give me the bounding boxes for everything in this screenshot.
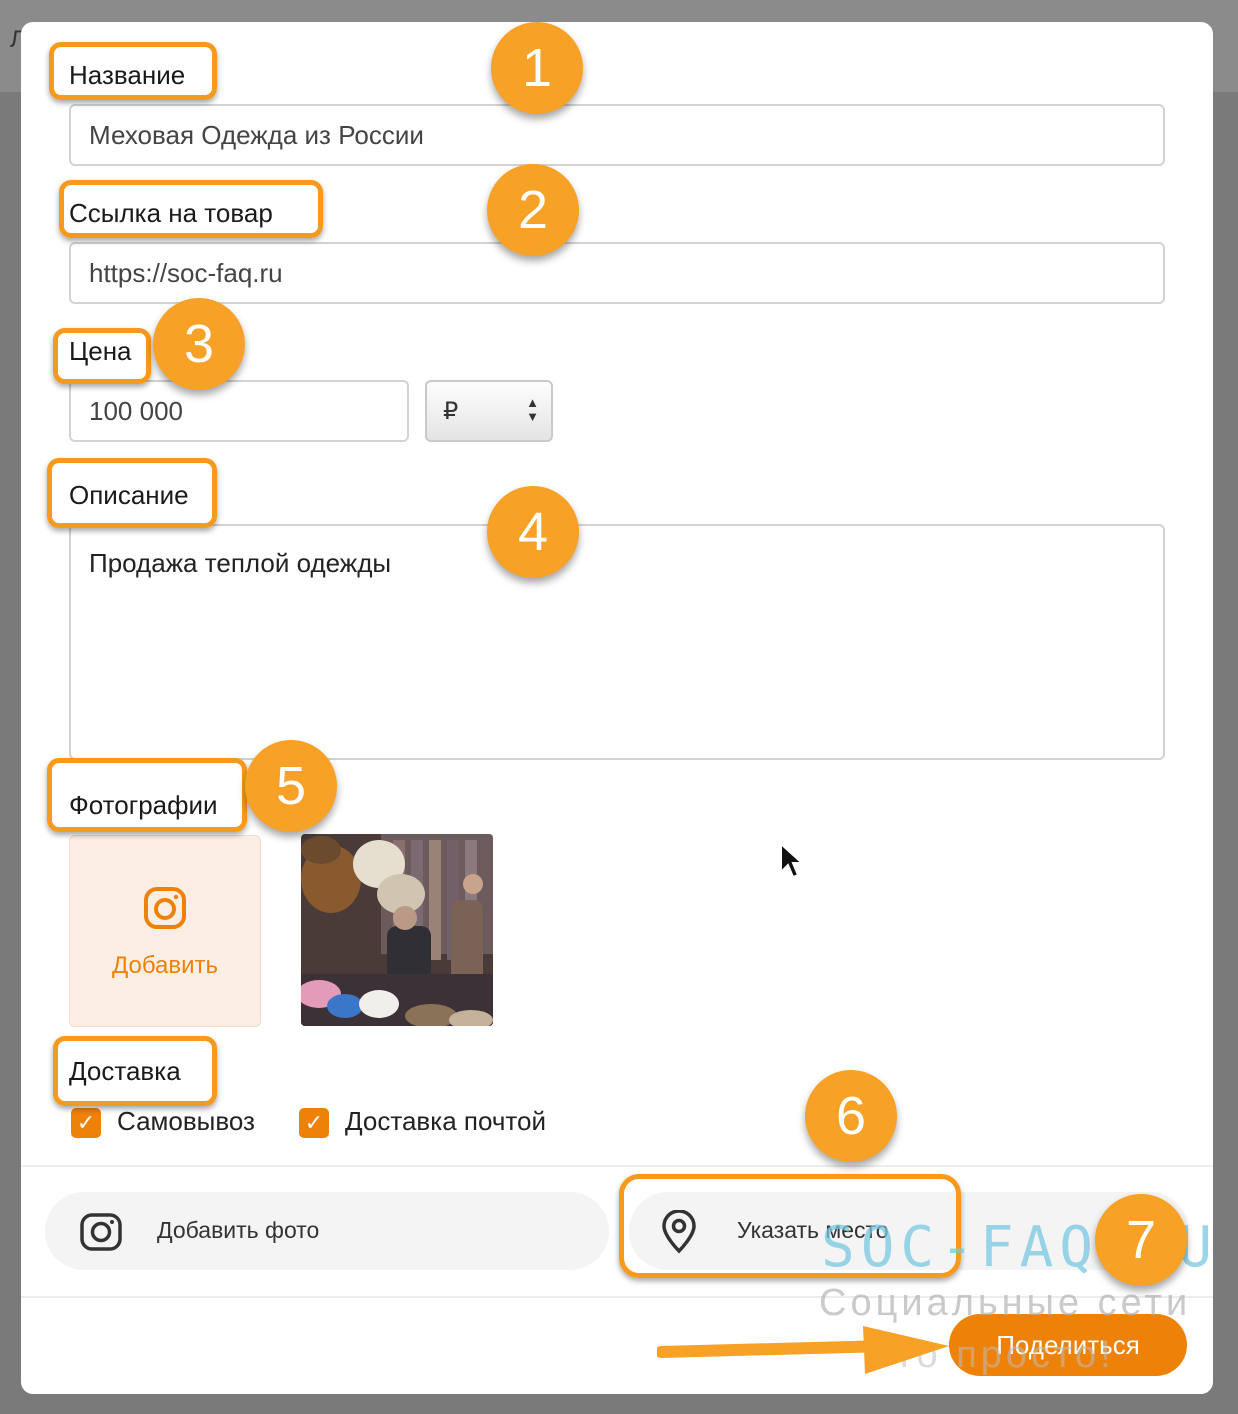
description-label: Описание	[69, 480, 189, 510]
pickup-label[interactable]: Самовывоз	[117, 1106, 255, 1137]
fur-store-photo	[301, 834, 493, 1026]
price-input[interactable]	[69, 380, 409, 442]
footer-divider-top	[21, 1165, 1213, 1167]
add-photo-button[interactable]: Добавить фото	[45, 1192, 609, 1270]
product-form-dialog: Название 1 Ссылка на товар 2 Цена 3 ₽ ▲▼…	[21, 22, 1213, 1394]
annotation-step-7: 7	[1095, 1194, 1187, 1286]
description-textarea[interactable]: Продажа теплой одежды	[69, 524, 1165, 760]
mail-delivery-label[interactable]: Доставка почтой	[345, 1106, 546, 1137]
annotation-step-6: 6	[805, 1070, 897, 1162]
product-link-input[interactable]	[69, 242, 1165, 304]
annotation-step-3: 3	[153, 298, 245, 390]
name-label: Название	[69, 60, 186, 90]
price-label: Цена	[69, 336, 132, 366]
add-photo-label: Добавить	[111, 952, 219, 979]
currency-value: ₽	[443, 398, 459, 425]
location-pin-icon	[662, 1210, 696, 1254]
product-link-label: Ссылка на товар	[69, 198, 273, 228]
delivery-label: Доставка	[69, 1056, 181, 1086]
add-photo-tile[interactable]: Добавить	[69, 835, 261, 1027]
uploaded-photo-thumbnail[interactable]	[301, 834, 493, 1026]
select-arrows-icon: ▲ ▼	[526, 395, 539, 424]
mail-delivery-checkbox[interactable]: ✓	[299, 1108, 329, 1138]
annotation-arrow	[657, 1326, 949, 1374]
camera-icon	[144, 887, 186, 929]
currency-select[interactable]: ₽ ▲ ▼	[425, 380, 553, 442]
annotation-step-5: 5	[245, 740, 337, 832]
annotation-step-1: 1	[491, 22, 583, 114]
pickup-checkbox[interactable]: ✓	[71, 1108, 101, 1138]
mouse-cursor-icon	[780, 842, 805, 879]
watermark-tagline-line1: Социальные сети	[819, 1282, 1192, 1324]
annotation-step-4: 4	[487, 486, 579, 578]
name-input[interactable]	[69, 104, 1165, 166]
photos-label: Фотографии	[69, 790, 218, 820]
annotation-step-2: 2	[487, 164, 579, 256]
add-photo-button-label: Добавить фото	[157, 1217, 320, 1243]
camera-icon	[80, 1213, 122, 1251]
